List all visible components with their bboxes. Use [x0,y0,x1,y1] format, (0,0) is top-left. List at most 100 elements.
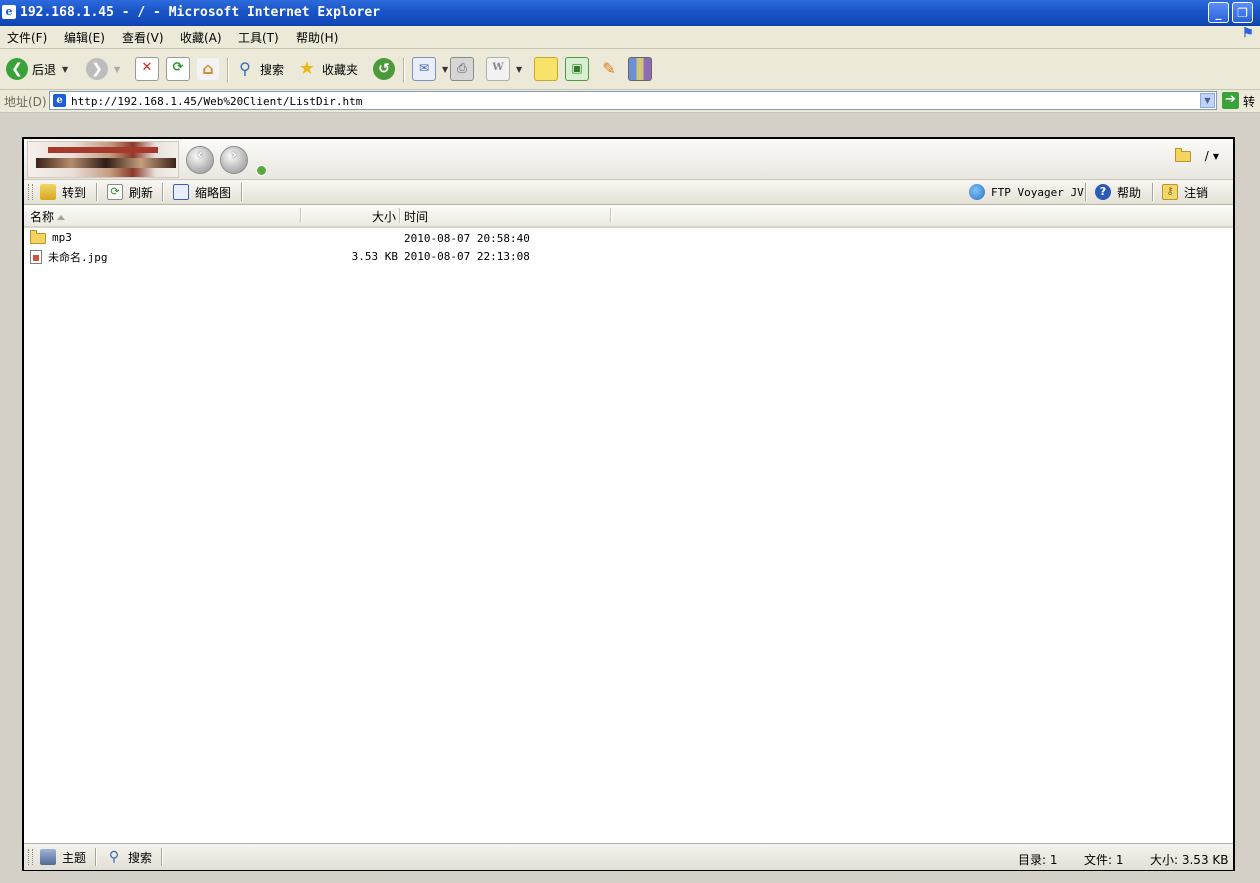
search-icon: ⚲ [239,59,251,78]
voyager-label: FTP Voyager JV [991,185,1084,199]
menu-favorites[interactable]: 收藏(A) [180,29,222,46]
column-divider[interactable] [399,208,401,223]
discuss-button[interactable] [534,55,558,83]
page-content: ‹ › / ▼ 转到 ⟳ 刷新 缩略图 FTP Voyager JV ? 帮助 … [0,113,1260,883]
refresh-button[interactable]: ⟳ [166,55,190,83]
ftp-client-frame: ‹ › / ▼ 转到 ⟳ 刷新 缩略图 FTP Voyager JV ? 帮助 … [22,137,1235,871]
home-icon: ⌂ [197,58,219,80]
logout-label: 注销 [1184,185,1209,200]
toolbar-separator [403,57,405,83]
column-divider[interactable] [610,208,612,223]
address-input[interactable]: e http://192.168.1.45/Web%20Client/ListD… [49,91,1217,110]
help-button[interactable]: ? 帮助 [1095,183,1141,201]
go-button-label[interactable]: 转 [1243,93,1255,110]
favorites-label: 收藏夹 [322,62,359,77]
file-name[interactable]: 未命名.jpg [48,249,108,265]
address-url[interactable]: http://192.168.1.45/Web%20Client/ListDir… [71,95,362,108]
nav-back-icon[interactable]: ‹ [186,146,214,174]
title-bar: e 192.168.1.45 - / - Microsoft Internet … [0,0,1260,26]
search-button[interactable]: ⚲ 搜索 [234,55,284,83]
thumbnail-icon [173,184,189,200]
statusbar-grip[interactable] [28,849,33,865]
goto-button[interactable]: 转到 [40,183,86,201]
toolbar-separator [227,57,229,83]
path-dropdown-icon[interactable]: ▼ [1213,152,1219,161]
globe-icon [969,184,985,200]
menu-view[interactable]: 查看(V) [122,29,164,46]
nav-forward-icon[interactable]: › [220,146,248,174]
bookmarks-button[interactable] [628,55,652,83]
column-divider[interactable] [300,208,302,223]
column-size-header[interactable]: 大小 [372,208,396,225]
print-button[interactable]: ⎙ [450,55,474,83]
toolbar-separator [241,183,243,201]
search-label: 搜索 [260,62,285,77]
toolbar-separator [161,848,163,866]
address-label: 地址(D) [4,95,47,109]
file-name-cell: mp3 [30,230,72,244]
edit-button[interactable]: W ▼ [486,55,522,83]
column-name-label: 名称 [30,210,55,224]
restore-button[interactable]: ❐ [1232,2,1253,23]
menu-file[interactable]: 文件(F) [7,29,47,46]
status-search-button[interactable]: ⚲ 搜索 [106,848,152,866]
browser-toolbar: ❮ 后退 ▼ ❯ ▼ ✕ ⟳ ⌂ ⚲ 搜索 ★ 收藏夹 ↺ ✉ ▼ ⎙ W ▼ … [0,49,1260,90]
current-path: / [1204,149,1209,163]
banner-image [27,141,179,178]
toolbar-separator [1085,183,1087,201]
refresh-icon: ⟳ [166,57,190,81]
windows-logo-icon: ⚑ [1242,26,1254,41]
back-button[interactable]: ❮ 后退 ▼ [6,55,68,83]
file-row[interactable]: mp3 2010-08-07 20:58:40 [24,229,1233,247]
refresh-icon: ⟳ [107,184,123,200]
column-name-header[interactable]: 名称 [30,208,66,225]
messenger-button[interactable]: ▣ [565,55,589,83]
thumbnail-label: 缩略图 [195,185,232,200]
path-selector[interactable]: / ▼ [1174,147,1219,163]
menu-bar: 文件(F) 编辑(E) 查看(V) 收藏(A) 工具(T) 帮助(H) ⚑ [0,26,1260,49]
ftp-statusbar: 主题 ⚲ 搜索 目录: 1 文件: 1 大小: 3.53 KB [24,843,1233,870]
help-label: 帮助 [1117,185,1142,200]
thumbnail-button[interactable]: 缩略图 [173,183,231,201]
back-dropdown-icon[interactable]: ▼ [62,65,68,74]
history-icon: ↺ [373,58,395,80]
folder-icon [1174,147,1191,162]
edit-dropdown-icon[interactable]: ▼ [516,65,522,74]
status-dot-icon [256,165,267,176]
forward-button[interactable]: ❯ ▼ [86,55,120,83]
forward-dropdown-icon: ▼ [114,64,121,74]
toolbar-separator [95,848,97,866]
address-dropdown-icon[interactable]: ▼ [1200,93,1215,108]
file-name[interactable]: mp3 [52,231,72,244]
favorites-button[interactable]: ★ 收藏夹 [296,55,358,83]
printer-icon: ⎙ [450,57,474,81]
column-time-header[interactable]: 时间 [404,208,428,225]
file-row[interactable]: 未命名.jpg 3.53 KB 2010-08-07 22:13:08 [24,247,1233,265]
voyager-button[interactable]: FTP Voyager JV [969,183,1084,201]
menu-edit[interactable]: 编辑(E) [64,29,105,46]
research-button[interactable]: ✎ [598,55,620,83]
goto-icon [40,184,56,200]
toolbar-grip[interactable] [28,184,33,200]
logout-button[interactable]: ⚷ 注销 [1162,183,1208,201]
column-header: 名称 大小 时间 [24,205,1233,228]
menu-help[interactable]: 帮助(H) [296,29,338,46]
theme-button[interactable]: 主题 [40,848,86,866]
window-title: 192.168.1.45 - / - Microsoft Internet Ex… [20,5,381,20]
word-icon: W [486,57,510,81]
menu-tools[interactable]: 工具(T) [238,29,279,46]
stop-button[interactable]: ✕ [135,55,159,83]
history-button[interactable]: ↺ [373,55,395,83]
minimize-button[interactable]: _ [1208,2,1229,23]
refresh-button[interactable]: ⟳ 刷新 [107,183,153,201]
mail-dropdown-icon[interactable]: ▼ [442,65,448,74]
ie-page-icon: e [53,94,66,107]
back-label: 后退 [32,62,57,77]
file-name-cell: 未命名.jpg [30,249,108,265]
mail-button[interactable]: ✉ ▼ [412,55,448,83]
goto-label: 转到 [62,185,87,200]
home-button[interactable]: ⌂ [197,55,219,83]
refresh-label: 刷新 [129,185,154,200]
image-file-icon [30,250,42,264]
go-arrow-icon[interactable]: ➔ [1222,92,1239,109]
